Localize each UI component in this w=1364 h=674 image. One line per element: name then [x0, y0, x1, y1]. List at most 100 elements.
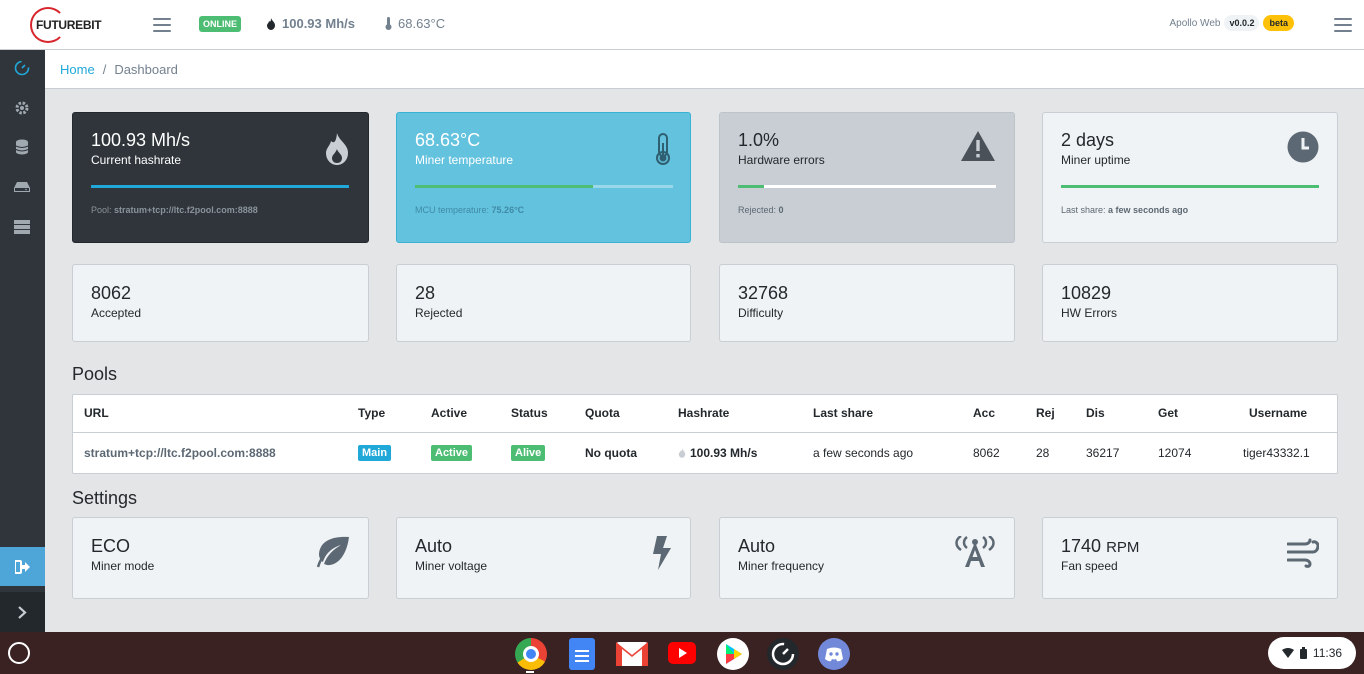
miner-mode-label: Miner mode — [91, 559, 155, 573]
pool-status-badge: Alive — [511, 445, 546, 461]
pool-url[interactable]: stratum+tcp://ltc.f2pool.com:8888 — [84, 446, 276, 460]
last-share-label: Last share: — [1061, 205, 1106, 215]
temperature-value: 68.63°C — [415, 130, 481, 150]
hardware-errors-card: 1.0% Hardware errors Rejected: 0 — [719, 112, 1015, 243]
hw-errors-label: HW Errors — [1061, 306, 1117, 320]
miner-voltage-card[interactable]: Auto Miner voltage — [396, 517, 691, 599]
thermometer-icon — [656, 133, 670, 165]
breadcrumb-current: Dashboard — [114, 61, 178, 77]
header-hashrate: 100.93 Mh/s — [266, 16, 355, 31]
fan-speed-unit: RPM — [1106, 539, 1140, 556]
logo-text: FUTUREBIT — [36, 18, 102, 32]
difficulty-value: 32768 — [738, 283, 789, 303]
accepted-stat-card: 8062 Accepted — [72, 264, 369, 342]
server-icon[interactable] — [13, 218, 31, 236]
aside-menu-toggle-button[interactable] — [1334, 18, 1352, 32]
pool-active-cell: Active — [431, 445, 473, 461]
chevron-right-icon — [18, 605, 27, 619]
hw-errors-stat-card: 10829 HW Errors — [1042, 264, 1338, 342]
bolt-icon — [653, 536, 671, 570]
miner-voltage-value: Auto — [415, 536, 453, 556]
settings-gear-icon[interactable] — [13, 99, 31, 117]
hashrate-label: Current hashrate — [91, 153, 182, 167]
speedometer-icon[interactable] — [767, 638, 799, 670]
header-temperature-value: 68.63°C — [398, 16, 446, 31]
column-header[interactable]: Dis — [1086, 406, 1105, 420]
pool-value: stratum+tcp://ltc.f2pool.com:8888 — [114, 205, 258, 215]
leaf-icon — [316, 536, 349, 568]
pool-hashrate-cell: 100.93 Mh/s — [678, 446, 757, 460]
hashrate-card: 100.93 Mh/s Current hashrate Pool: strat… — [72, 112, 369, 243]
hdd-icon[interactable] — [13, 178, 31, 196]
rejected-stat-label: Rejected — [415, 306, 463, 320]
pool-active-badge: Active — [431, 445, 473, 461]
beta-badge: beta — [1263, 15, 1294, 31]
column-header[interactable]: Last share — [813, 406, 873, 420]
hardware-errors-label: Hardware errors — [738, 153, 825, 167]
sidebar-toggle-button[interactable] — [153, 18, 171, 32]
uptime-card: 2 days Miner uptime Last share: a few se… — [1042, 112, 1338, 243]
column-header[interactable]: Get — [1158, 406, 1178, 420]
accepted-label: Accepted — [91, 306, 142, 320]
sign-out-icon — [14, 559, 30, 574]
pool-quota: No quota — [585, 446, 637, 460]
database-icon[interactable] — [13, 138, 31, 156]
hw-errors-value: 10829 — [1061, 283, 1112, 303]
column-header[interactable]: Type — [358, 406, 385, 420]
warning-icon — [961, 131, 995, 161]
column-header[interactable]: Status — [511, 406, 548, 420]
sidebar-minimizer-button[interactable] — [0, 592, 45, 632]
temperature-progress — [415, 185, 673, 188]
mcu-temperature-info: MCU temperature: 75.26°C — [415, 205, 524, 215]
docs-icon[interactable] — [569, 638, 595, 670]
gmail-icon[interactable] — [616, 642, 648, 666]
breadcrumb-separator: / — [102, 61, 107, 77]
miner-voltage-label: Miner voltage — [415, 559, 488, 573]
fire-icon — [326, 133, 348, 165]
pool-type-cell: Main — [358, 445, 392, 461]
discord-icon[interactable] — [818, 638, 850, 670]
clock-time: 11:36 — [1312, 646, 1343, 660]
column-header[interactable]: Rej — [1036, 406, 1055, 420]
row-divider — [73, 432, 1337, 433]
accepted-value: 8062 — [91, 283, 132, 303]
column-header[interactable]: Username — [1249, 406, 1307, 420]
fan-speed-card[interactable]: 1740 RPM Fan speed — [1042, 517, 1338, 599]
rejected-value: 0 — [778, 205, 784, 215]
breadcrumb-home-link[interactable]: Home — [60, 62, 95, 77]
last-share-info: Last share: a few seconds ago — [1061, 205, 1188, 215]
column-header[interactable]: Active — [431, 406, 467, 420]
futurebit-logo[interactable]: FUTUREBIT — [30, 6, 120, 44]
miner-mode-card[interactable]: ECO Miner mode — [72, 517, 369, 599]
miner-frequency-card[interactable]: Auto Miner frequency — [719, 517, 1015, 599]
settings-title: Settings — [72, 488, 138, 508]
column-header[interactable]: URL — [84, 406, 109, 420]
battery-icon — [1299, 647, 1307, 659]
fan-speed-value: 1740 — [1061, 536, 1102, 556]
pool-label: Pool: — [91, 205, 112, 215]
play-store-icon[interactable] — [717, 638, 749, 670]
mcu-label: MCU temperature: — [415, 205, 490, 215]
logout-button[interactable] — [0, 547, 45, 586]
os-taskbar: 11:36 — [0, 632, 1364, 674]
dashboard-icon[interactable] — [13, 59, 31, 77]
pool-username: tiger43332.1 — [1243, 446, 1310, 460]
pool-last-share: a few seconds ago — [813, 446, 914, 460]
system-tray[interactable]: 11:36 — [1268, 637, 1356, 669]
column-header[interactable]: Acc — [973, 406, 995, 420]
miner-mode-value: ECO — [91, 536, 131, 556]
rejected-label: Rejected: — [738, 205, 777, 215]
launcher-button[interactable] — [8, 642, 30, 664]
difficulty-stat-card: 32768 Difficulty — [719, 264, 1015, 342]
column-header[interactable]: Quota — [585, 406, 620, 420]
chrome-icon[interactable] — [515, 638, 547, 670]
sidebar — [0, 50, 45, 632]
thermometer-icon — [385, 17, 392, 30]
pool-hashrate: 100.93 Mh/s — [690, 446, 758, 460]
column-header[interactable]: Hashrate — [678, 406, 729, 420]
broadcast-tower-icon — [955, 536, 995, 567]
pool-dis: 36217 — [1086, 446, 1120, 460]
youtube-icon[interactable] — [668, 642, 696, 664]
clock-icon — [1287, 131, 1319, 163]
wifi-icon — [1281, 648, 1294, 658]
